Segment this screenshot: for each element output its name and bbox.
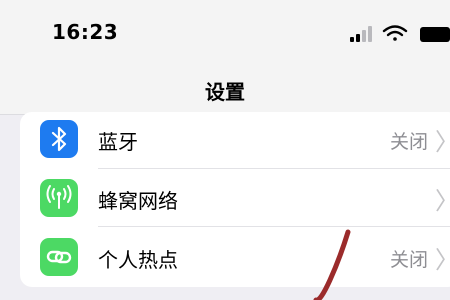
- annotation-pen-stroke: [313, 229, 351, 300]
